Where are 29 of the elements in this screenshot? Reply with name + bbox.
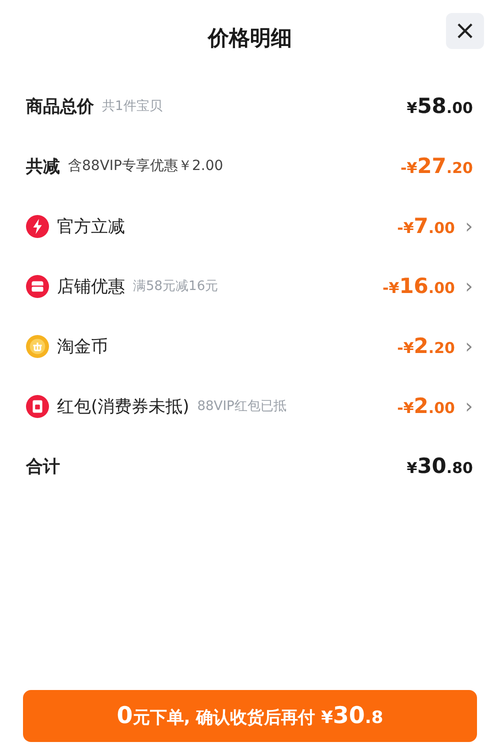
price-amount: -¥2.00: [397, 394, 455, 418]
price-amount: ¥58.00: [406, 94, 473, 118]
shop-icon: [26, 274, 49, 298]
lightning-icon: [26, 214, 49, 238]
envelope-icon: [26, 394, 49, 418]
price-amount: -¥16.00: [382, 274, 455, 298]
price-amount: ¥30.80: [406, 454, 473, 478]
row-label: 淘金币: [57, 336, 108, 358]
chevron-icon[interactable]: ›: [455, 334, 473, 358]
price-amount: -¥27.20: [400, 154, 473, 178]
row-label: 商品总价: [26, 96, 94, 118]
row-note: 含88VIP专享优惠￥2.00: [68, 157, 224, 175]
chevron-icon[interactable]: ›: [455, 214, 473, 238]
row-label: 红包(消费券未抵): [57, 396, 190, 418]
row-note: 88VIP红包已抵: [197, 398, 286, 415]
row-label: 官方立减: [57, 216, 125, 238]
chevron-icon[interactable]: ›: [455, 394, 473, 418]
order-button[interactable]: 0元下单, 确认收货后再付 ¥30.8: [23, 690, 477, 742]
row-note: 共1件宝贝: [102, 98, 162, 115]
price-amount: -¥2.20: [397, 334, 455, 358]
chevron-icon[interactable]: ›: [455, 274, 473, 298]
dialog-title: 价格明细: [208, 25, 292, 52]
close-button[interactable]: ×: [446, 13, 484, 49]
row-label: 合计: [26, 456, 60, 478]
row-note: 满58元减16元: [133, 278, 218, 295]
coin-icon: [26, 334, 49, 358]
row-label: 共减: [26, 156, 60, 178]
price-amount: -¥7.00: [397, 214, 455, 238]
row-label: 店铺优惠: [57, 276, 125, 298]
